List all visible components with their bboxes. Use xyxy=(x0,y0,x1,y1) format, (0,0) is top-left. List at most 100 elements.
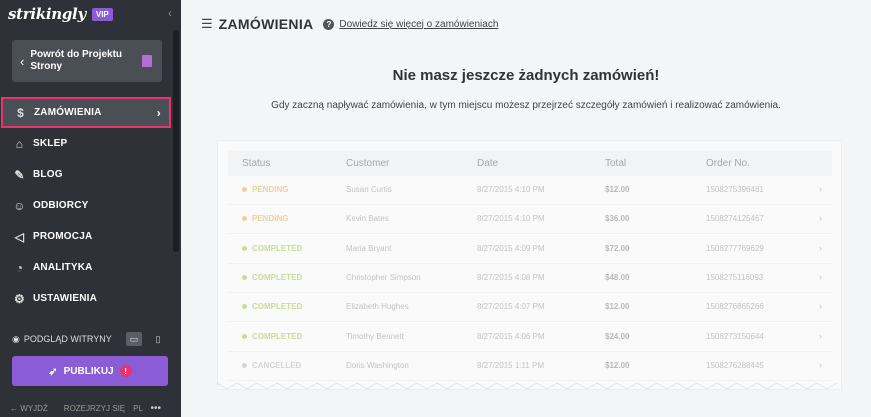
table-row: COMPLETED Maria Bryant 8/27/2015 4:09 PM $7… xyxy=(228,235,832,264)
sidebar-item-label: ODBIORCY xyxy=(33,200,89,211)
chevron-left-icon: ‹ xyxy=(20,53,25,69)
date-cell: 8/27/2015 4:09 PM xyxy=(477,243,545,253)
status-dot xyxy=(242,187,247,192)
sidebar-item-promocja[interactable]: ◁ PROMOCJA xyxy=(0,221,173,252)
status-badge: COMPLETED xyxy=(242,332,302,341)
desktop-preview-icon[interactable]: ▭ xyxy=(126,332,142,346)
total-cell: $36.00 xyxy=(605,214,630,224)
status-dot xyxy=(242,333,247,339)
sidebar-item-sklep[interactable]: ⌂ SKLEP xyxy=(0,128,173,159)
table-row: COMPLETED Elizabeth Hughes 8/27/2015 4:07 … xyxy=(228,293,832,323)
sidebar-footer: ← WYJDŹ ROZEJRZYJ SIĘ PL ••• xyxy=(10,402,175,414)
header-status: Status xyxy=(242,158,271,169)
chevron-right-icon: › xyxy=(819,330,822,341)
language-link[interactable]: PL xyxy=(133,404,143,413)
logo[interactable]: strikingly xyxy=(8,5,86,23)
total-cell: $24.00 xyxy=(605,331,630,341)
sidebar-item-label: ANALITYKA xyxy=(33,262,93,273)
back-button-label: Powrót do Projektu Strony xyxy=(30,49,123,72)
status-badge: COMPLETED xyxy=(242,273,302,282)
sidebar-item-blog[interactable]: ✎ BLOG xyxy=(0,159,173,190)
status-text: COMPLETED xyxy=(252,272,303,282)
total-cell: $48.00 xyxy=(605,272,630,282)
mobile-preview-icon[interactable]: ▯ xyxy=(150,332,166,346)
back-to-project-button[interactable]: ‹ Powrót do Projektu Strony xyxy=(12,40,162,82)
sidebar-item-ustawienia[interactable]: ⚙ USTAWIENIA xyxy=(0,283,173,314)
status-text: COMPLETED xyxy=(252,302,303,312)
date-cell: 8/27/2015 4:10 PM xyxy=(477,214,545,224)
date-cell: 8/27/2015 4:07 PM xyxy=(477,302,545,312)
sidebar-item-label: PROMOCJA xyxy=(33,231,93,242)
order-no-cell: 1508275116093 xyxy=(706,272,764,282)
warning-icon: ! xyxy=(119,365,132,377)
sidebar-item-odbiorcy[interactable]: ☺ ODBIORCY xyxy=(0,190,173,221)
header-order-no: Order No. xyxy=(706,158,750,169)
sidebar: strikingly VIP ‹ ‹ Powrót do Projektu St… xyxy=(0,0,181,417)
date-cell: 8/27/2015 4:10 PM xyxy=(477,185,545,194)
sidebar-item-label: ZAMÓWIENIA xyxy=(34,107,102,118)
publish-label: PUBLIKUJ xyxy=(63,365,114,377)
customer-cell: Doris Washington xyxy=(346,360,409,370)
publish-button[interactable]: ➶ PUBLIKUJ ! xyxy=(12,356,168,386)
store-icon: ⌂ xyxy=(15,136,24,151)
page-header: ☰ ZAMÓWIENIA ? Dowiedz się więcej o zamó… xyxy=(201,16,498,32)
customer-cell: Christopher Simpson xyxy=(346,272,421,282)
status-dot xyxy=(242,304,247,310)
status-dot xyxy=(242,245,247,251)
status-text: COMPLETED xyxy=(252,331,303,341)
dollar-circle-icon: $ xyxy=(17,105,24,120)
total-cell: $12.00 xyxy=(605,360,630,370)
customer-cell: Elizabeth Hughes xyxy=(346,302,409,312)
chevron-right-icon: › xyxy=(819,301,822,312)
status-dot xyxy=(242,362,247,368)
header-customer: Customer xyxy=(346,158,390,169)
list-icon: ☰ xyxy=(201,16,213,31)
sidebar-scrollbar[interactable] xyxy=(173,30,179,252)
header-total: Total xyxy=(605,158,627,169)
help-icon: ? xyxy=(323,18,335,30)
chevron-right-icon: › xyxy=(819,213,822,224)
order-no-cell: 1508273150644 xyxy=(706,331,764,341)
sidebar-item-analityka[interactable]: ◔ ANALITYKA xyxy=(0,252,173,283)
zigzag-edge xyxy=(217,383,838,390)
chevron-right-icon: › xyxy=(819,359,822,370)
date-cell: 8/27/2015 4:08 PM xyxy=(477,272,545,282)
sidebar-item-label: SKLEP xyxy=(33,138,68,149)
date-cell: 8/27/2015 1:11 PM xyxy=(477,360,545,370)
customer-cell: Kevin Bates xyxy=(346,214,389,224)
table-row: COMPLETED Christopher Simpson 8/27/2015 4:… xyxy=(228,264,832,293)
empty-state-title: Nie masz jeszcze żadnych zamówień! xyxy=(392,67,660,84)
gear-icon: ⚙ xyxy=(14,291,25,306)
status-text: COMPLETED xyxy=(252,243,303,253)
chevron-right-icon: › xyxy=(819,184,822,194)
empty-state-description: Gdy zaczną napływać zamówienia, w tym mi… xyxy=(271,100,781,111)
table-row: COMPLETED Timothy Bennett 8/27/2015 4:06 P… xyxy=(228,323,832,352)
total-cell: $12.00 xyxy=(605,302,630,312)
sidebar-item-zamówienia[interactable]: $ ZAMÓWIENIA › xyxy=(1,97,171,128)
customer-cell: Susan Curtis xyxy=(346,185,392,194)
help-link[interactable]: Dowiedz się więcej o zamówieniach xyxy=(339,19,498,30)
explore-link[interactable]: ROZEJRZYJ SIĘ xyxy=(64,404,125,413)
order-no-cell: 1508275396481 xyxy=(706,185,764,194)
table-row: PENDING Kevin Bates 8/27/2015 4:10 PM $36.0… xyxy=(228,205,832,235)
status-badge: PENDING xyxy=(242,214,288,223)
sidebar-nav: $ ZAMÓWIENIA › ⌂ SKLEP ✎ BLOG ☺ ODBIORCY ◁ PROMOCJ… xyxy=(0,97,173,314)
sidebar-item-label: BLOG xyxy=(33,169,63,180)
users-icon: ☺ xyxy=(13,198,26,213)
preview-label: PODGLĄD WITRYNY xyxy=(23,334,112,344)
total-cell: $12.00 xyxy=(605,185,630,194)
status-badge: PENDING xyxy=(242,185,288,194)
quill-icon: ✎ xyxy=(14,167,25,182)
status-text: PENDING xyxy=(252,185,289,194)
exit-label: WYJDŹ xyxy=(20,403,48,413)
more-icon[interactable]: ••• xyxy=(150,403,161,414)
collapse-sidebar-icon[interactable]: ‹ xyxy=(168,6,172,20)
exit-link[interactable]: ← WYJDŹ xyxy=(10,404,56,413)
table-row: CANCELLED Doris Washington 8/27/2015 1:11 … xyxy=(228,352,832,381)
page-icon xyxy=(142,55,152,67)
table-header: Status Customer Date Total Order No. xyxy=(228,151,832,176)
status-dot xyxy=(242,274,247,280)
customer-cell: Maria Bryant xyxy=(346,243,392,253)
status-dot xyxy=(242,216,247,222)
order-no-cell: 1508276288445 xyxy=(706,360,764,370)
